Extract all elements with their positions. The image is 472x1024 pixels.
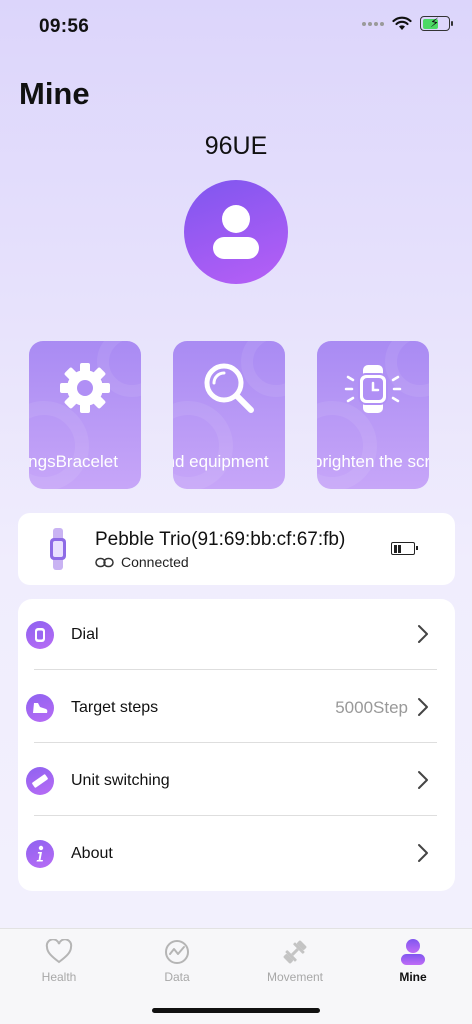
chevron-right-icon — [418, 698, 428, 716]
battery-charging-icon: ⚡ — [420, 15, 453, 31]
wifi-icon — [392, 16, 412, 30]
status-icons: ⚡ — [362, 15, 453, 31]
tab-label: Data — [164, 970, 190, 984]
tile-brighten-screen[interactable]: brighten the screen — [317, 341, 429, 489]
target-steps-value: 5000Step — [335, 698, 408, 717]
chevron-right-icon — [418, 625, 428, 643]
menu-item-target-steps[interactable]: Target steps 5000Step — [18, 672, 455, 745]
search-icon — [204, 363, 254, 413]
page-title: Mine — [19, 76, 90, 111]
device-name: Pebble Trio(91:69:bb:cf:67:fb) — [95, 529, 346, 550]
chart-icon — [165, 940, 189, 964]
link-icon — [95, 557, 114, 567]
ruler-icon — [32, 774, 48, 788]
device-card[interactable]: Pebble Trio(91:69:bb:cf:67:fb) Connected — [18, 513, 455, 585]
info-icon — [36, 845, 44, 862]
tab-health[interactable]: Health — [0, 937, 118, 984]
menu-item-about[interactable]: About — [18, 818, 455, 891]
tab-data[interactable]: Data — [118, 937, 236, 984]
username: 96UE — [204, 132, 268, 160]
watch-dial-icon — [35, 628, 45, 642]
tile-find-equipment[interactable]: equipmentFind equipment — [173, 341, 285, 489]
bracelet-image — [50, 528, 66, 570]
tile-label: brighten the screen — [317, 452, 429, 471]
avatar[interactable] — [184, 180, 288, 284]
tab-label: Health — [41, 970, 77, 984]
tab-label: Mine — [399, 970, 427, 984]
menu-label: Dial — [71, 626, 99, 643]
dumbbell-icon — [283, 940, 307, 964]
tile-bracelet-settings[interactable]: settingsBracelet — [29, 341, 141, 489]
tile-label: equipmentFind equipment — [173, 452, 269, 471]
gear-icon — [60, 363, 110, 413]
settings-menu: Dial Target steps 5000Step Unit switchin… — [18, 599, 455, 891]
user-icon — [213, 205, 259, 259]
chevron-right-icon — [418, 771, 428, 789]
home-indicator — [152, 1008, 320, 1013]
divider — [34, 815, 437, 816]
menu-label: Target steps — [71, 699, 159, 716]
menu-label: About — [71, 845, 113, 862]
tab-label: Movement — [266, 970, 324, 984]
tab-mine[interactable]: Mine — [354, 937, 472, 984]
status-time: 09:56 — [39, 16, 90, 37]
watch-brighten-icon — [344, 365, 402, 413]
heart-icon — [45, 939, 73, 964]
shoe-icon — [33, 703, 48, 713]
connection-status-text: Connected — [121, 554, 189, 570]
device-status: Connected — [95, 554, 189, 570]
device-battery-icon — [391, 542, 418, 555]
feature-tiles: settingsBracelet equipmentFind equipment — [29, 341, 429, 489]
menu-item-dial[interactable]: Dial — [18, 599, 455, 672]
menu-label: Unit switching — [71, 772, 170, 789]
divider — [34, 742, 437, 743]
chevron-right-icon — [418, 844, 428, 862]
status-bar: 09:56 ⚡ — [0, 0, 472, 54]
menu-item-unit-switching[interactable]: Unit switching — [18, 745, 455, 818]
person-icon — [401, 939, 425, 965]
tile-label: settingsBracelet — [29, 452, 118, 471]
divider — [34, 669, 437, 670]
tab-movement[interactable]: Movement — [236, 937, 354, 984]
cellular-signal-icon — [362, 21, 384, 26]
